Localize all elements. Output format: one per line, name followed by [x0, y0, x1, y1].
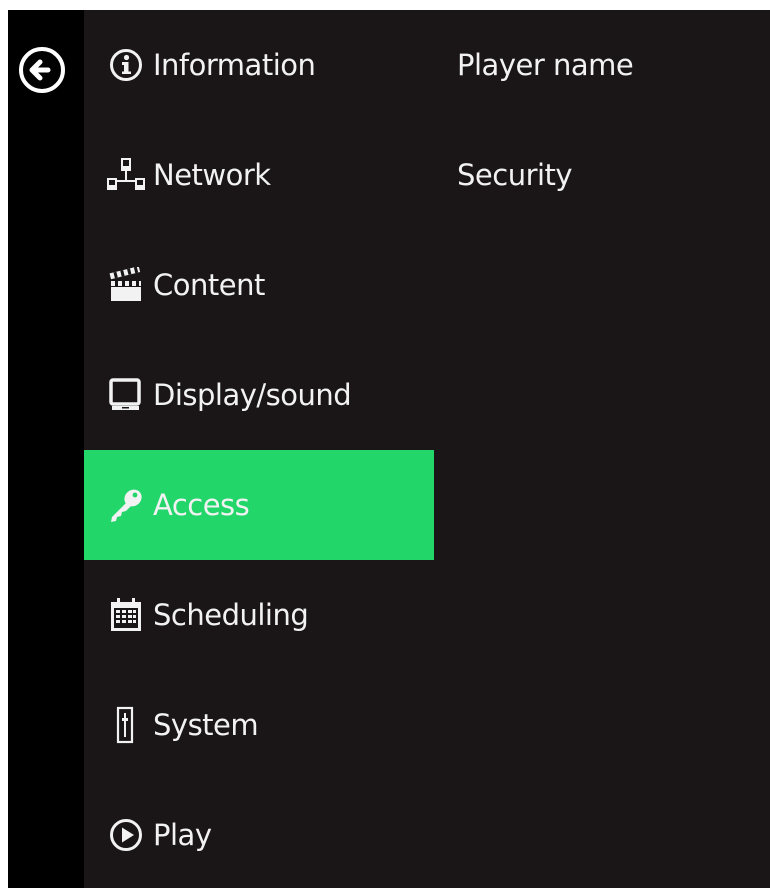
menu-item-content[interactable]: Content	[84, 230, 434, 340]
submenu-item-player-name[interactable]: Player name	[457, 10, 757, 120]
back-button[interactable]	[18, 46, 66, 94]
key-icon	[106, 485, 146, 525]
menu-item-access[interactable]: Access	[84, 450, 434, 560]
menu-item-label: Play	[153, 818, 212, 852]
menu-item-display-sound[interactable]: Display/sound	[84, 340, 434, 450]
back-arrow-circle-icon	[19, 47, 65, 93]
network-icon	[106, 155, 146, 195]
submenu-item-security[interactable]: Security	[457, 120, 757, 230]
menu-item-label: Scheduling	[153, 598, 309, 632]
menu-item-network[interactable]: Network	[84, 120, 434, 230]
menu-item-label: Display/sound	[153, 378, 352, 412]
settings-menu: Information Network Content Display/soun…	[84, 10, 434, 888]
clapperboard-icon	[106, 265, 146, 305]
menu-item-label: Access	[153, 488, 250, 522]
menu-item-play[interactable]: Play	[84, 780, 434, 888]
menu-item-label: Content	[153, 268, 265, 302]
play-icon	[106, 815, 146, 855]
system-icon	[106, 705, 146, 745]
left-rail	[8, 10, 84, 888]
calendar-icon	[106, 595, 146, 635]
settings-screen: Information Network Content Display/soun…	[8, 10, 770, 888]
menu-item-label: System	[153, 708, 259, 742]
menu-item-label: Information	[153, 48, 316, 82]
menu-item-scheduling[interactable]: Scheduling	[84, 560, 434, 670]
menu-item-information[interactable]: Information	[84, 10, 434, 120]
menu-item-label: Network	[153, 158, 271, 192]
monitor-icon	[106, 375, 146, 415]
menu-item-system[interactable]: System	[84, 670, 434, 780]
access-submenu: Player name Security	[457, 10, 757, 230]
info-icon	[106, 45, 146, 85]
